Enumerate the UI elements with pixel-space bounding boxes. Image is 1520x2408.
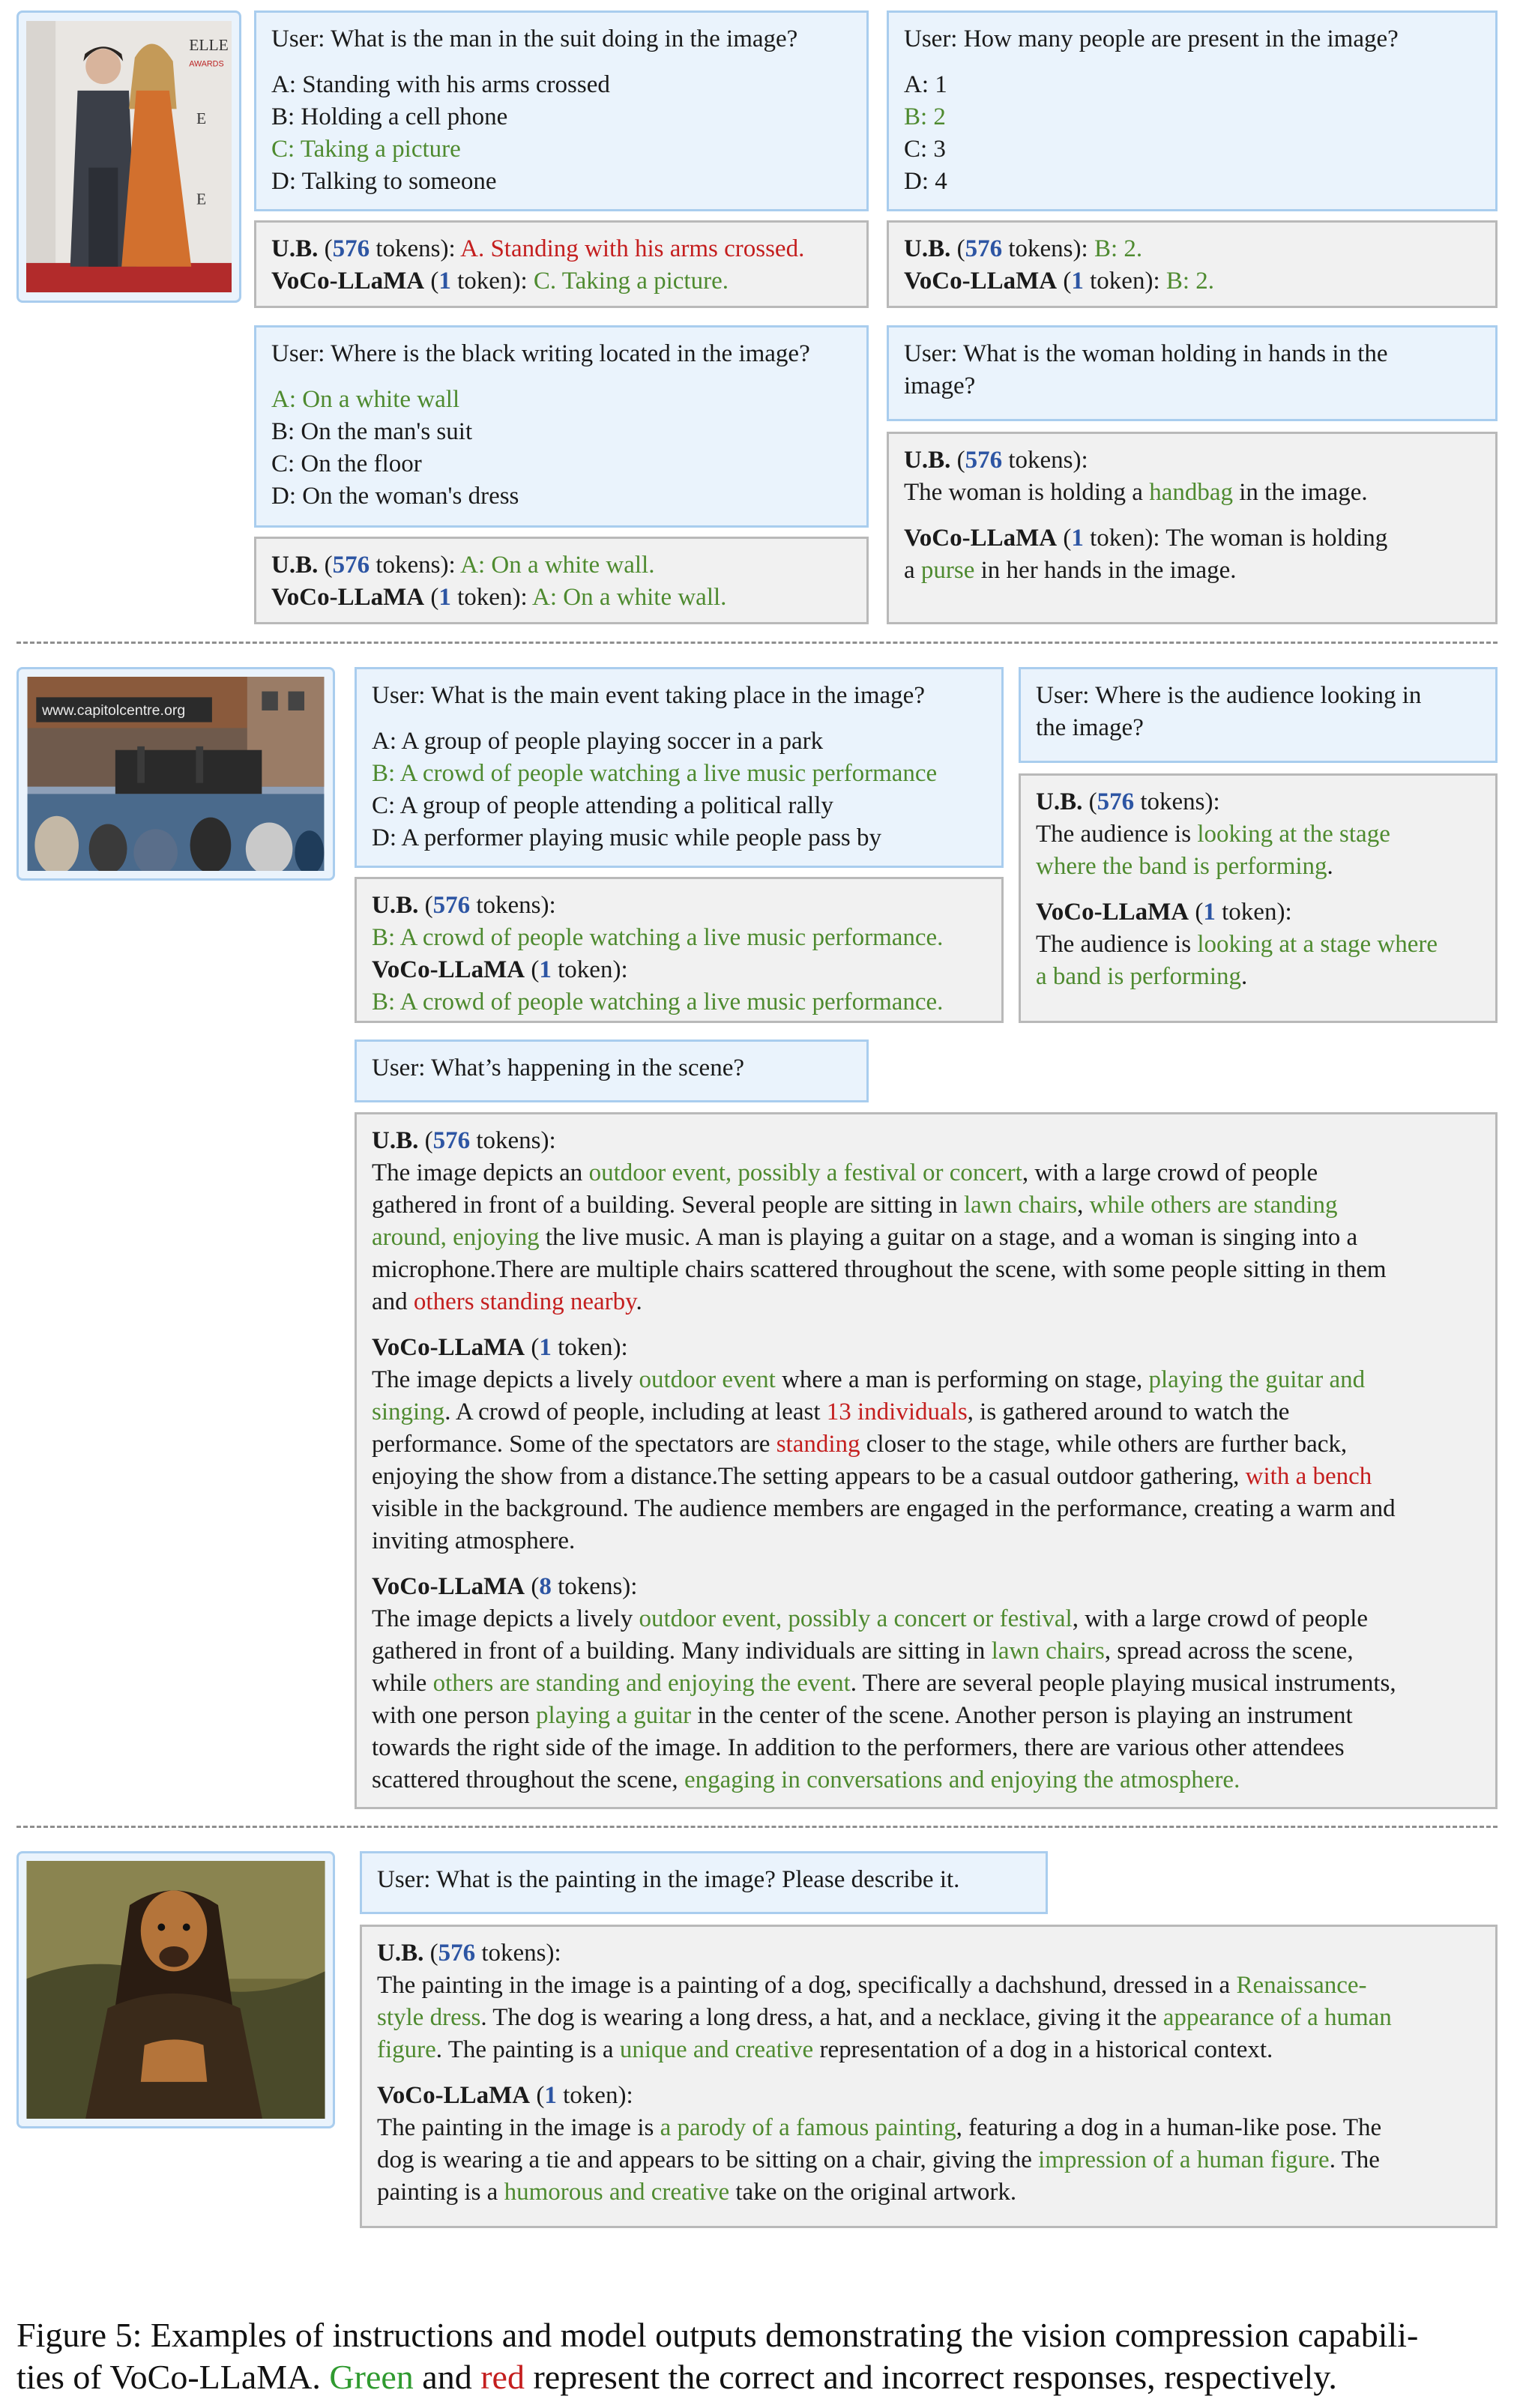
option-c: C: 3	[904, 136, 946, 163]
answer-box-main-event: U.B. (576 tokens): B: A crowd of people …	[355, 877, 1004, 1023]
caption-green-word: Green	[329, 2358, 414, 2396]
figure-caption: Figure 5: Examples of instructions and m…	[16, 2314, 1516, 2398]
option-a: A: A group of people playing soccer in a…	[372, 728, 824, 755]
ub-answer-correct: looking at the stage	[1197, 821, 1390, 848]
ub-answer-incorrect: A. Standing with his arms crossed.	[460, 235, 805, 262]
option-a: A: Standing with his arms crossed	[271, 71, 610, 98]
answer-box-man-in-suit: U.B. (576 tokens): A. Standing with his …	[254, 220, 869, 308]
option-d: D: Talking to someone	[271, 168, 497, 195]
answer-box-audience-looking: U.B. (576 tokens): The audience is looki…	[1019, 773, 1498, 1023]
caption-line1: Figure 5: Examples of instructions and m…	[16, 2316, 1419, 2354]
question-box-woman-holding: User: What is the woman holding in hands…	[887, 325, 1498, 421]
option-d: D: A performer playing music while peopl…	[372, 824, 882, 851]
option-c: C: On the floor	[271, 450, 422, 477]
caption-line2: ties of VoCo-LLaMA. Green and red repres…	[16, 2358, 1337, 2396]
question-box-audience-looking: User: Where is the audience looking in t…	[1019, 667, 1498, 763]
answer-box-woman-holding: U.B. (576 tokens): The woman is holding …	[887, 432, 1498, 624]
outdoor-concert-photo: www.capitolcentre.org	[27, 677, 325, 871]
ub-answer-correct: B: 2.	[1094, 235, 1143, 262]
option-d: D: 4	[904, 168, 947, 195]
ub-answer-correct: A: On a white wall.	[460, 552, 655, 579]
question-box-man-in-suit: User: What is the man in the suit doing …	[254, 10, 869, 211]
section-divider	[16, 1826, 1498, 1828]
voco-answer-correct: B: 2.	[1165, 268, 1215, 295]
question-text-line2: image?	[904, 372, 976, 399]
img2-site-text: www.capitolcentre.org	[41, 702, 185, 719]
voco-answer-correct: C. Taking a picture.	[533, 268, 729, 295]
image-thumbnail-red-carpet: ELLE AWARDS E E	[16, 10, 241, 303]
dog-portrait-painting	[26, 1861, 325, 2119]
token-count: 576	[332, 235, 370, 262]
question-text: User: How many people are present in the…	[904, 25, 1399, 52]
svg-text:E: E	[196, 190, 206, 208]
question-text: User: What’s happening in the scene?	[372, 1054, 744, 1081]
option-b-correct: B: A crowd of people watching a live mus…	[372, 760, 938, 787]
question-text: User: What is the man in the suit doing …	[271, 25, 798, 52]
question-text-line2: the image?	[1036, 714, 1144, 741]
voco-answer-correct: A: On a white wall.	[532, 584, 727, 611]
answer-box-scene: U.B. (576 tokens): The image depicts an …	[355, 1112, 1498, 1809]
option-b-correct: B: 2	[904, 103, 946, 130]
question-box-painting: User: What is the painting in the image?…	[360, 1851, 1048, 1914]
answer-box-black-writing: U.B. (576 tokens): A: On a white wall. V…	[254, 537, 869, 624]
image-thumbnail-concert: www.capitolcentre.org	[16, 667, 335, 881]
voco-answer-correct: looking at a stage where	[1197, 931, 1438, 958]
option-b: B: On the man's suit	[271, 418, 473, 445]
voco-label: VoCo-LLaMA	[271, 268, 425, 295]
ub-label: U.B.	[271, 235, 319, 262]
ub-answer-correct: handbag	[1149, 479, 1233, 506]
option-d: D: On the woman's dress	[271, 483, 519, 510]
img1-awards: AWARDS	[189, 60, 223, 69]
red-carpet-photo: ELLE AWARDS E E	[26, 20, 232, 293]
image-thumbnail-dog-painting	[16, 1851, 335, 2128]
voco-answer-correct: B: A crowd of people watching a live mus…	[372, 989, 944, 1016]
section-divider	[16, 642, 1498, 644]
question-text-line1: User: Where is the audience looking in	[1036, 682, 1422, 709]
question-text: User: What is the main event taking plac…	[372, 682, 925, 709]
img1-logo: ELLE	[189, 36, 229, 54]
ub-answer-correct: B: A crowd of people watching a live mus…	[372, 924, 944, 951]
option-c: C: A group of people attending a politic…	[372, 792, 833, 819]
option-a-correct: A: On a white wall	[271, 386, 460, 413]
question-text-line1: User: What is the woman holding in hands…	[904, 340, 1388, 367]
caption-red-word: red	[480, 2358, 525, 2396]
question-box-main-event: User: What is the main event taking plac…	[355, 667, 1004, 868]
question-box-scene: User: What’s happening in the scene?	[355, 1039, 869, 1102]
question-text: User: Where is the black writing located…	[271, 340, 810, 367]
svg-text:E: E	[196, 109, 206, 127]
answer-box-people-count: U.B. (576 tokens): B: 2. VoCo-LLaMA (1 t…	[887, 220, 1498, 308]
question-box-people-count: User: How many people are present in the…	[887, 10, 1498, 211]
option-a: A: 1	[904, 71, 947, 98]
voco-answer-correct: purse	[920, 557, 975, 584]
question-box-black-writing: User: Where is the black writing located…	[254, 325, 869, 528]
token-count: 1	[438, 268, 451, 295]
answer-box-painting: U.B. (576 tokens): The painting in the i…	[360, 1925, 1498, 2228]
question-text: User: What is the painting in the image?…	[377, 1866, 960, 1893]
option-b: B: Holding a cell phone	[271, 103, 508, 130]
option-c-correct: C: Taking a picture	[271, 136, 461, 163]
